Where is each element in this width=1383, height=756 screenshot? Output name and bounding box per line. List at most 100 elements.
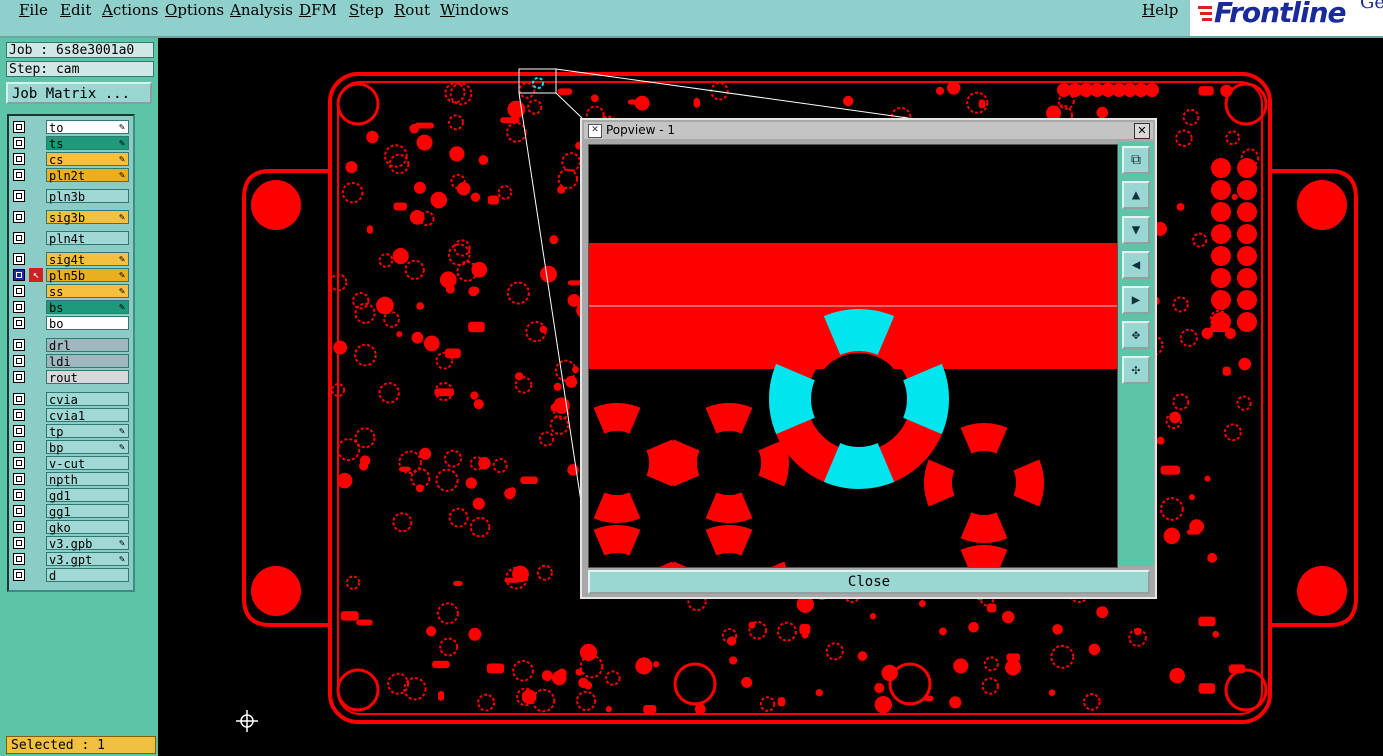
- layer-checkbox[interactable]: [13, 537, 25, 549]
- layer-checkbox[interactable]: [13, 409, 25, 421]
- layer-checkbox[interactable]: [13, 269, 25, 281]
- layer-checkbox[interactable]: [13, 317, 25, 329]
- layer-row-d[interactable]: d: [11, 568, 131, 583]
- layer-checkbox[interactable]: [13, 121, 25, 133]
- layer-name[interactable]: pln3b: [46, 189, 129, 204]
- layer-name[interactable]: cvia: [46, 392, 129, 407]
- layer-checkbox[interactable]: [13, 355, 25, 367]
- layer-checkbox[interactable]: [13, 441, 25, 453]
- layer-name[interactable]: v-cut: [46, 456, 129, 471]
- zoom-in-icon[interactable]: ✥: [1122, 321, 1150, 349]
- layer-row-tp[interactable]: tp ✎: [11, 424, 131, 439]
- layer-row-ss[interactable]: ss ✎: [11, 284, 131, 299]
- layer-row-v3.gpt[interactable]: v3.gpt ✎: [11, 552, 131, 567]
- layer-row-cvia1[interactable]: cvia1: [11, 408, 131, 423]
- layer-row-bo[interactable]: bo: [11, 316, 131, 331]
- layer-checkbox[interactable]: [13, 169, 25, 181]
- layer-checkbox[interactable]: [13, 211, 25, 223]
- layer-checkbox[interactable]: [13, 473, 25, 485]
- layer-row-rout[interactable]: rout: [11, 370, 131, 385]
- layer-checkbox[interactable]: [13, 232, 25, 244]
- layer-name[interactable]: gko: [46, 520, 129, 535]
- layer-name[interactable]: ts ✎: [46, 136, 129, 151]
- layer-name[interactable]: sig3b ✎: [46, 210, 129, 225]
- layer-row-bs[interactable]: bs ✎: [11, 300, 131, 315]
- job-matrix-button[interactable]: Job Matrix ...: [6, 82, 152, 104]
- popview-canvas[interactable]: [588, 144, 1118, 568]
- layer-name[interactable]: tp ✎: [46, 424, 129, 439]
- menu-edit[interactable]: Edit: [60, 0, 91, 22]
- layer-row-sig4t[interactable]: sig4t ✎: [11, 252, 131, 267]
- layer-name[interactable]: bp ✎: [46, 440, 129, 455]
- layer-checkbox[interactable]: [13, 489, 25, 501]
- layer-checkbox[interactable]: [13, 521, 25, 533]
- layer-name[interactable]: v3.gpt ✎: [46, 552, 129, 567]
- layer-checkbox[interactable]: [13, 190, 25, 202]
- layer-checkbox[interactable]: [13, 285, 25, 297]
- layer-row-ts[interactable]: ts ✎: [11, 136, 131, 151]
- layer-name[interactable]: pln2t ✎: [46, 168, 129, 183]
- layer-name[interactable]: gd1: [46, 488, 129, 503]
- menu-actions[interactable]: Actions: [102, 0, 158, 22]
- layer-checkbox[interactable]: [13, 457, 25, 469]
- pan-right-icon[interactable]: ▶: [1122, 286, 1150, 314]
- layer-row-bp[interactable]: bp ✎: [11, 440, 131, 455]
- layer-checkbox[interactable]: [13, 505, 25, 517]
- layer-row-gd1[interactable]: gd1: [11, 488, 131, 503]
- layer-name[interactable]: v3.gpb ✎: [46, 536, 129, 551]
- layer-row-sig3b[interactable]: sig3b ✎: [11, 210, 131, 225]
- layer-checkbox[interactable]: [13, 137, 25, 149]
- close-button[interactable]: Close: [588, 570, 1150, 594]
- menu-options[interactable]: Options: [165, 0, 224, 22]
- layer-name[interactable]: bs ✎: [46, 300, 129, 315]
- zoom-out-icon[interactable]: ✣: [1122, 356, 1150, 384]
- layer-name[interactable]: cvia1: [46, 408, 129, 423]
- layer-name[interactable]: to ✎: [46, 120, 129, 135]
- pan-left-icon[interactable]: ◀: [1122, 251, 1150, 279]
- layer-name[interactable]: ss ✎: [46, 284, 129, 299]
- menu-rout[interactable]: Rout: [394, 0, 430, 22]
- layer-row-v3.gpb[interactable]: v3.gpb ✎: [11, 536, 131, 551]
- layer-name[interactable]: pln5b ✎: [46, 268, 129, 283]
- layer-name[interactable]: pln4t: [46, 231, 129, 246]
- layer-checkbox[interactable]: [13, 371, 25, 383]
- layer-row-cs[interactable]: cs ✎: [11, 152, 131, 167]
- layer-row-v-cut[interactable]: v-cut: [11, 456, 131, 471]
- layer-name[interactable]: d: [46, 568, 129, 583]
- layer-checkbox[interactable]: [13, 301, 25, 313]
- layer-row-pln3b[interactable]: pln3b: [11, 189, 131, 204]
- layer-name[interactable]: rout: [46, 370, 129, 385]
- layer-name[interactable]: sig4t ✎: [46, 252, 129, 267]
- menu-file[interactable]: File: [19, 0, 48, 22]
- layer-checkbox[interactable]: [13, 393, 25, 405]
- menu-windows[interactable]: Windows: [440, 0, 509, 22]
- layer-row-pln5b[interactable]: ↖ pln5b ✎: [11, 268, 131, 283]
- layer-row-ldi[interactable]: ldi: [11, 354, 131, 369]
- menu-analysis[interactable]: Analysis: [230, 0, 293, 22]
- layer-name[interactable]: gg1: [46, 504, 129, 519]
- layer-name[interactable]: drl: [46, 338, 129, 353]
- zoom-fit-icon[interactable]: ⧉: [1122, 146, 1150, 174]
- close-icon[interactable]: ✕: [1134, 123, 1150, 139]
- layer-row-drl[interactable]: drl: [11, 338, 131, 353]
- layer-checkbox[interactable]: [13, 553, 25, 565]
- layer-checkbox[interactable]: [13, 569, 25, 581]
- layer-checkbox[interactable]: [13, 153, 25, 165]
- layer-row-gg1[interactable]: gg1: [11, 504, 131, 519]
- menu-step[interactable]: Step: [349, 0, 384, 22]
- pan-up-icon[interactable]: ▲: [1122, 181, 1150, 209]
- layer-row-gko[interactable]: gko: [11, 520, 131, 535]
- layer-name[interactable]: cs ✎: [46, 152, 129, 167]
- layer-checkbox[interactable]: [13, 425, 25, 437]
- layer-name[interactable]: ldi: [46, 354, 129, 369]
- layer-row-cvia[interactable]: cvia: [11, 392, 131, 407]
- layer-name[interactable]: bo: [46, 316, 129, 331]
- pan-down-icon[interactable]: ▼: [1122, 216, 1150, 244]
- layer-row-pln4t[interactable]: pln4t: [11, 231, 131, 246]
- menu-dfm[interactable]: DFM: [299, 0, 337, 22]
- menu-help[interactable]: Help: [1142, 0, 1178, 22]
- layer-row-pln2t[interactable]: pln2t ✎: [11, 168, 131, 183]
- layer-row-npth[interactable]: npth: [11, 472, 131, 487]
- layer-checkbox[interactable]: [13, 339, 25, 351]
- layer-name[interactable]: npth: [46, 472, 129, 487]
